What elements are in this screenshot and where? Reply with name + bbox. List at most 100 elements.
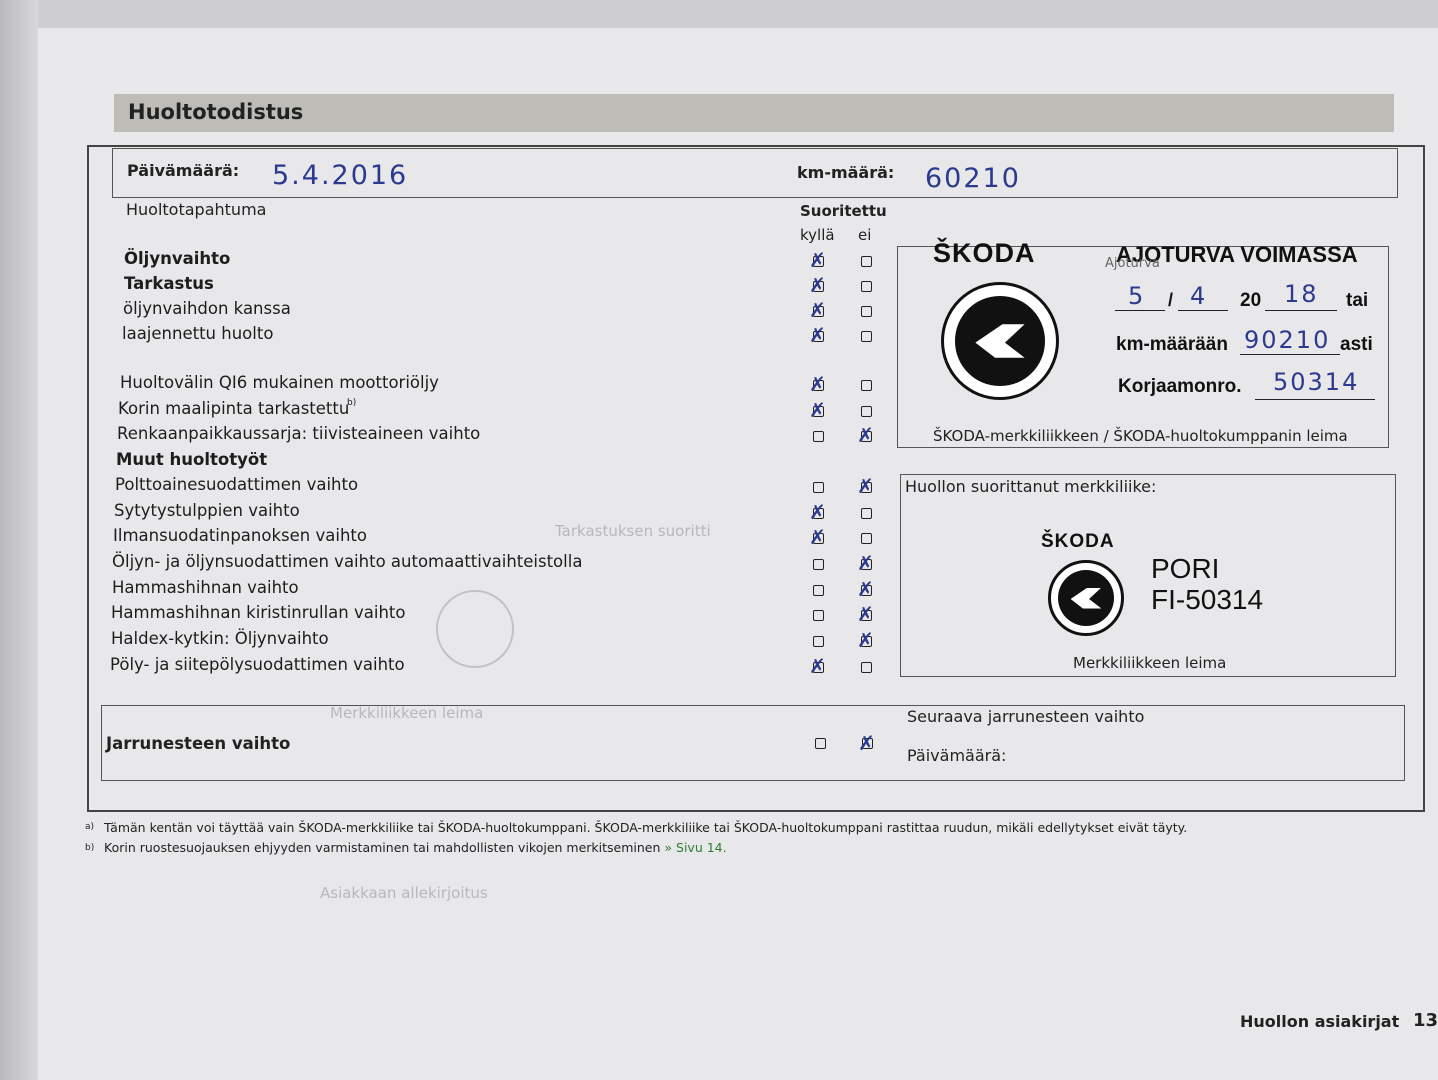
task-label: Korin maalipinta tarkastettu	[118, 399, 350, 418]
check-mark-icon: ✗	[809, 298, 826, 322]
checkbox-no[interactable]	[861, 533, 872, 544]
date-value: 5.4.2016	[272, 160, 409, 191]
page-number: 13	[1413, 1010, 1438, 1031]
checkbox-no[interactable]	[861, 662, 872, 673]
book-spine	[0, 0, 38, 1080]
brake-yes-checkbox[interactable]	[815, 738, 826, 749]
check-mark-icon: ✗	[809, 323, 826, 347]
task-section-header: Muut huoltotyöt	[116, 450, 268, 469]
ajoturva-day: 5	[1128, 282, 1146, 310]
day-underline	[1115, 310, 1165, 311]
dealer-label: Huollon suorittanut merkkiliike:	[905, 477, 1157, 496]
section-name: Huollon asiakirjat	[1240, 1012, 1400, 1031]
brake-no-check-mark: ✗	[858, 731, 875, 755]
km-value: 60210	[925, 163, 1021, 194]
check-mark-icon: ✗	[809, 525, 826, 549]
check-mark-icon: ✗	[809, 273, 826, 297]
ajoturva-month: 4	[1190, 282, 1208, 310]
col-no-header: ei	[858, 226, 872, 244]
footnote-a: Tämän kentän voi täyttää vain ŠKODA-merk…	[104, 820, 1188, 835]
checkbox-yes[interactable]	[813, 585, 824, 596]
checkbox-no[interactable]	[861, 306, 872, 317]
check-mark-icon: ✗	[809, 654, 826, 678]
check-mark-icon: ✗	[857, 602, 874, 626]
shop-number-value: 50314	[1273, 368, 1360, 396]
date-separator: /	[1168, 290, 1174, 310]
dealer-code: FI-50314	[1151, 584, 1264, 615]
title-bar	[114, 94, 1394, 132]
brake-fluid-label: Jarrunesteen vaihto	[106, 734, 291, 753]
check-mark-icon: ✗	[857, 628, 874, 652]
footnote-b-text: Korin ruostesuojauksen ehjyyden varmista…	[104, 840, 665, 855]
task-label: Haldex-kytkin: Öljynvaihto	[111, 629, 329, 648]
checkbox-no[interactable]	[861, 281, 872, 292]
dealer-logo-icon	[1048, 560, 1124, 636]
task-label: Sytytystulppien vaihto	[114, 501, 300, 520]
footnote-b: Korin ruostesuojauksen ehjyyden varmista…	[104, 840, 727, 855]
checkbox-yes[interactable]	[813, 610, 824, 621]
checkbox-yes[interactable]	[813, 431, 824, 442]
check-mark-icon: ✗	[809, 372, 826, 396]
dealer-stamp-box	[900, 474, 1396, 677]
checkbox-no[interactable]	[861, 406, 872, 417]
dealer-brand: ŠKODA	[1041, 531, 1115, 552]
skoda-logo-icon	[941, 282, 1059, 400]
month-underline	[1178, 310, 1228, 311]
footnote-b-mark: b)	[85, 843, 95, 853]
task-label: Polttoainesuodattimen vaihto	[115, 475, 359, 494]
checkbox-no[interactable]	[861, 380, 872, 391]
until-word: tai	[1346, 290, 1369, 311]
next-brake-date-label: Päivämäärä:	[907, 746, 1007, 765]
superscript-b: b)	[347, 398, 357, 408]
task-label: Renkaanpaikkaussarja: tiivisteaineen vai…	[117, 424, 481, 443]
task-label: Öljyn- ja öljynsuodattimen vaihto automa…	[112, 552, 583, 571]
task-label: Huoltovälin QI6 mukainen moottoriöljy	[120, 373, 439, 392]
year-underline	[1265, 310, 1337, 311]
col-yes-header: kyllä	[800, 226, 835, 244]
dealer-caption: Merkkiliikkeen leima	[1073, 654, 1227, 672]
task-label: öljynvaihdon kanssa	[123, 299, 291, 318]
shop-number-underline	[1255, 399, 1375, 400]
task-label: Öljynvaihto	[124, 249, 231, 268]
year-prefix: 20	[1240, 290, 1262, 311]
col-event-header: Huoltotapahtuma	[126, 200, 267, 219]
km-limit-underline	[1240, 354, 1340, 355]
checkbox-yes[interactable]	[813, 482, 824, 493]
task-label: Tarkastus	[124, 274, 214, 293]
shop-number-label: Korjaamonro.	[1118, 376, 1242, 397]
page-title: Huoltotodistus	[128, 100, 304, 124]
checkbox-no[interactable]	[861, 508, 872, 519]
dealer-city: PORI	[1151, 553, 1220, 584]
check-mark-icon: ✗	[809, 398, 826, 422]
task-label: Ilmansuodatinpanoksen vaihto	[113, 526, 367, 545]
checkbox-no[interactable]	[861, 331, 872, 342]
brake-fluid-box	[101, 705, 1405, 781]
next-brake-label: Seuraava jarrunesteen vaihto	[907, 707, 1145, 726]
checkbox-no[interactable]	[861, 256, 872, 267]
date-label: Päivämäärä:	[127, 161, 240, 180]
page-14-link[interactable]: » Sivu 14.	[664, 840, 726, 855]
check-mark-icon: ✗	[857, 577, 874, 601]
ajoturva-printed-label: Ajoturva	[1105, 256, 1160, 271]
task-label: Hammashihnan kiristinrullan vaihto	[111, 603, 406, 622]
km-label: km-määrä:	[797, 163, 895, 182]
footnote-a-mark: a)	[85, 822, 95, 832]
check-mark-icon: ✗	[857, 551, 874, 575]
check-mark-icon: ✗	[857, 423, 874, 447]
check-mark-icon: ✗	[809, 500, 826, 524]
col-done-header: Suoritettu	[800, 202, 887, 220]
km-limit-value: 90210	[1244, 326, 1331, 354]
ajoturva-brand: ŠKODA	[933, 238, 1036, 268]
checkbox-yes[interactable]	[813, 636, 824, 647]
check-mark-icon: ✗	[857, 474, 874, 498]
km-limit-label: km-määrään	[1116, 334, 1228, 355]
checkbox-yes[interactable]	[813, 559, 824, 570]
show-through-text: Asiakkaan allekirjoitus	[320, 884, 488, 902]
check-mark-icon: ✗	[809, 248, 826, 272]
ajoturva-caption: ŠKODA-merkkiliikkeen / ŠKODA-huoltokumpp…	[933, 427, 1348, 445]
task-label: Hammashihnan vaihto	[112, 578, 299, 597]
task-label: laajennettu huolto	[122, 324, 274, 343]
km-limit-suffix: asti	[1340, 334, 1373, 355]
task-label: Pöly- ja siitepölysuodattimen vaihto	[110, 655, 405, 674]
ajoturva-year: 18	[1284, 280, 1319, 308]
